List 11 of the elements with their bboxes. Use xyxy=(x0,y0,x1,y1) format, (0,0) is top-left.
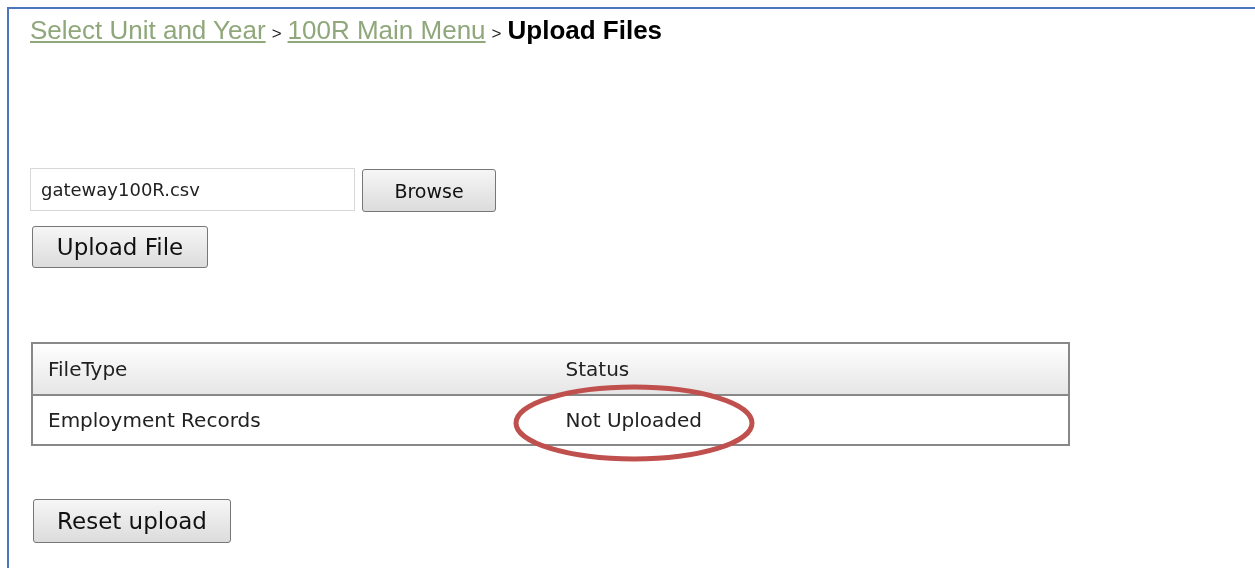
table-cell: Not Uploaded xyxy=(550,395,1069,445)
browse-button[interactable]: Browse xyxy=(362,169,496,212)
breadcrumb-separator: > xyxy=(491,24,502,44)
upload-button[interactable]: Upload File xyxy=(32,226,208,268)
page-title: Upload Files xyxy=(507,15,663,46)
column-header: Status xyxy=(550,343,1069,395)
breadcrumb-separator: > xyxy=(271,24,282,44)
column-header: FileType xyxy=(32,343,551,395)
table-cell: Employment Records xyxy=(32,395,551,445)
file-field[interactable]: gateway100R.csv xyxy=(30,168,355,211)
reset-button[interactable]: Reset upload xyxy=(33,499,231,543)
